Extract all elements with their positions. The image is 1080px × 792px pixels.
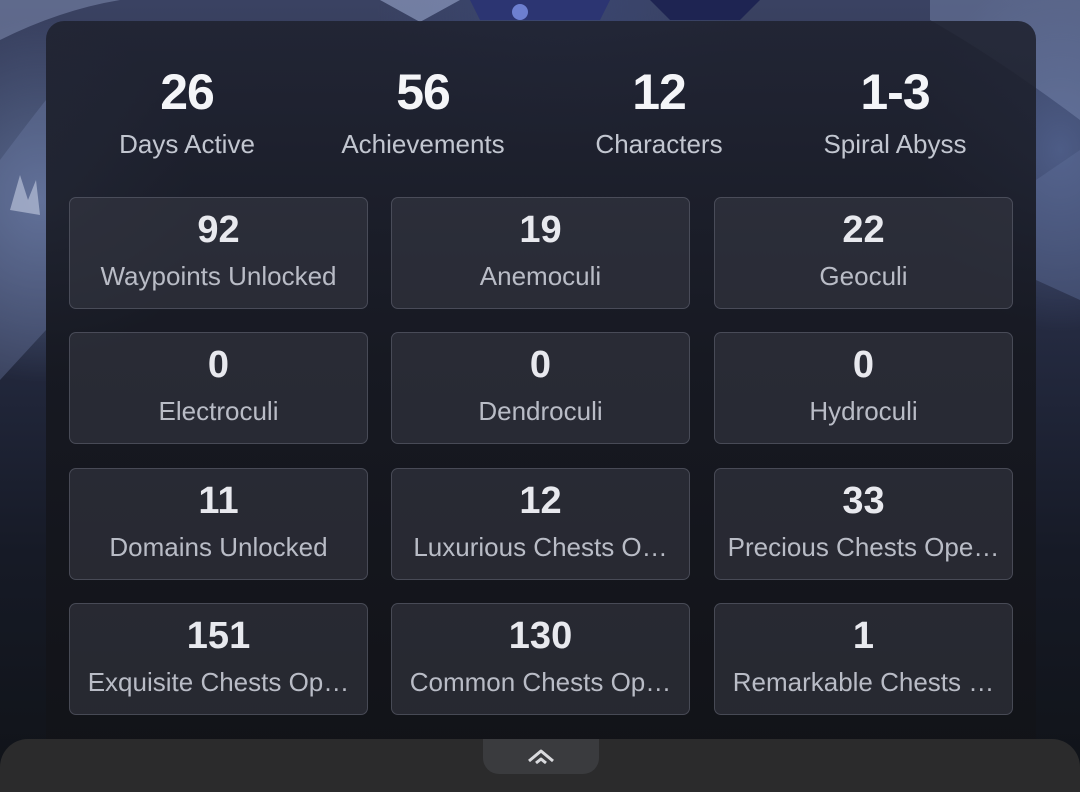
stat-label: Common Chests Op…: [409, 667, 672, 697]
stat-value: 22: [842, 209, 885, 251]
stat-card-dendroculi: 0 Dendroculi: [391, 332, 690, 444]
stat-card-geoculi: 22 Geoculi: [714, 197, 1013, 309]
stat-value: 92: [197, 209, 240, 251]
stat-card-anemoculi: 19 Anemoculi: [391, 197, 690, 309]
stat-card-common-chests: 130 Common Chests Op…: [391, 603, 690, 715]
stat-card-luxurious-chests: 12 Luxurious Chests O…: [391, 468, 690, 580]
summary-label: Days Active: [119, 129, 255, 159]
stat-value: 0: [529, 344, 552, 386]
stat-label: Dendroculi: [478, 396, 603, 426]
summary-label: Achievements: [341, 129, 505, 159]
summary-value: 56: [396, 64, 451, 120]
stat-value: 33: [842, 480, 885, 522]
stats-panel: 26 Days Active 56 Achievements 12 Charac…: [46, 21, 1036, 761]
stat-value: 11: [198, 480, 239, 522]
stat-label: Anemoculi: [479, 261, 602, 291]
stat-value: 0: [852, 344, 875, 386]
summary-label: Spiral Abyss: [823, 129, 967, 159]
stat-card-electroculi: 0 Electroculi: [69, 332, 368, 444]
summary-achievements: 56 Achievements: [305, 61, 541, 165]
stat-value: 12: [519, 480, 562, 522]
stat-card-remarkable-chests: 1 Remarkable Chests …: [714, 603, 1013, 715]
summary-value: 12: [632, 64, 687, 120]
stat-card-domains: 11 Domains Unlocked: [69, 468, 368, 580]
stat-label: Exquisite Chests Op…: [87, 667, 350, 697]
summary-days-active: 26 Days Active: [69, 61, 305, 165]
chevron-up-icon: [528, 749, 554, 764]
collapse-handle-button[interactable]: [483, 739, 599, 774]
stat-value: 130: [508, 615, 573, 657]
stat-value: 151: [186, 615, 251, 657]
summary-value: 26: [160, 64, 215, 120]
stat-label: Luxurious Chests O…: [413, 532, 668, 562]
stat-value: 1: [852, 615, 875, 657]
summary-spiral-abyss: 1-3 Spiral Abyss: [777, 61, 1013, 165]
stat-value: 0: [207, 344, 230, 386]
stat-value: 19: [519, 209, 562, 251]
summary-characters: 12 Characters: [541, 61, 777, 165]
stat-label: Hydroculi: [809, 396, 918, 426]
stat-label: Domains Unlocked: [109, 532, 328, 562]
stat-card-hydroculi: 0 Hydroculi: [714, 332, 1013, 444]
summary-label: Characters: [595, 129, 723, 159]
stat-card-precious-chests: 33 Precious Chests Ope…: [714, 468, 1013, 580]
stat-label: Electroculi: [158, 396, 279, 426]
summary-value: 1-3: [860, 64, 930, 120]
stat-label: Waypoints Unlocked: [100, 261, 337, 291]
stat-card-waypoints: 92 Waypoints Unlocked: [69, 197, 368, 309]
stat-label: Geoculi: [819, 261, 908, 291]
stat-label: Remarkable Chests …: [732, 667, 995, 697]
stat-label: Precious Chests Ope…: [727, 532, 1000, 562]
stat-card-exquisite-chests: 151 Exquisite Chests Op…: [69, 603, 368, 715]
summary-row: 26 Days Active 56 Achievements 12 Charac…: [46, 61, 1036, 191]
